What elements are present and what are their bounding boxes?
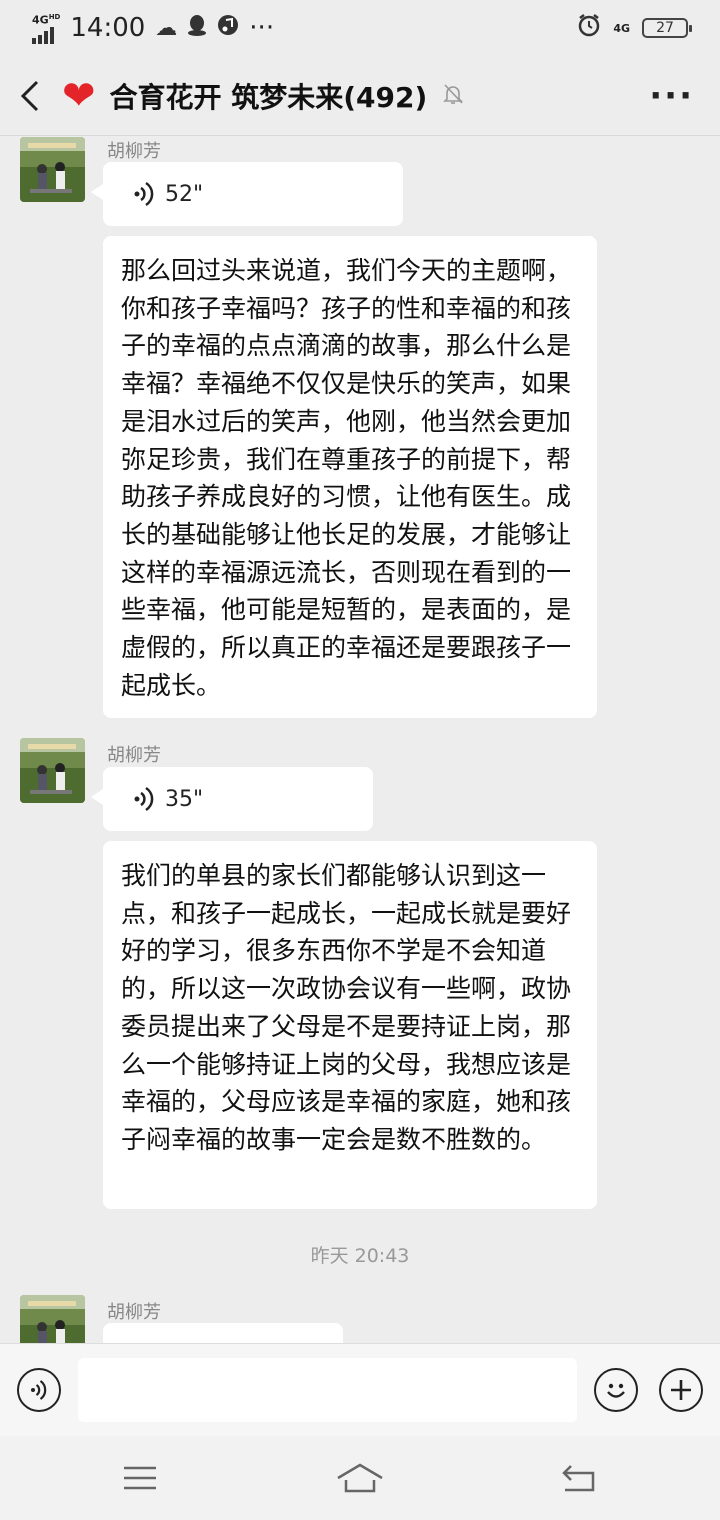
voice-message[interactable]: 35" [91, 767, 373, 831]
voice-input-button[interactable] [17, 1368, 61, 1412]
menu-icon [124, 1466, 156, 1490]
music-icon [217, 14, 239, 42]
heart-icon: ❤ [62, 72, 96, 119]
text-message[interactable]: 我们的单县的家长们都能够认识到这一点，和孩子一起成长，一起成长就是要好好的学习，… [103, 841, 597, 1209]
avatar[interactable] [20, 1295, 85, 1343]
emoji-button[interactable] [594, 1368, 638, 1412]
text-message[interactable]: 那么回过头来说道，我们今天的主题啊，你和孩子幸福吗？孩子的性和幸福的和孩子的幸福… [103, 236, 597, 718]
voice-wave-icon [31, 1380, 47, 1400]
battery-icon: 27 [642, 18, 692, 38]
home-icon [337, 1463, 383, 1493]
alarm-icon [577, 13, 601, 44]
mute-bell-icon [441, 82, 465, 110]
voice-message[interactable] [103, 1323, 343, 1343]
back-nav-button[interactable] [548, 1458, 608, 1498]
back-button[interactable] [0, 56, 60, 136]
chat-message-list[interactable]: 胡柳芳 52" 那么回过头来说道，我们今天的主题啊，你和孩子幸福吗？孩子的性和幸… [0, 137, 720, 1343]
voice-message[interactable]: 52" [91, 162, 403, 226]
add-more-button[interactable] [659, 1368, 703, 1412]
avatar[interactable] [20, 137, 85, 202]
status-more: ··· [249, 13, 275, 43]
more-options-button[interactable]: ··· [649, 76, 694, 116]
network-4g-icon: 4G [613, 21, 630, 35]
voice-wave-icon [134, 786, 154, 812]
voice-duration: 52" [165, 181, 204, 207]
signal-icon: 4GHD [32, 12, 60, 44]
sender-name: 胡柳芳 [107, 745, 161, 766]
status-time: 14:00 [70, 13, 146, 43]
timestamp-separator: 昨天 20:43 [310, 1245, 410, 1267]
plus-icon [671, 1380, 691, 1400]
smiley-icon [607, 1383, 625, 1398]
return-icon [562, 1465, 595, 1492]
avatar[interactable] [20, 738, 85, 803]
menu-nav-button[interactable] [110, 1458, 170, 1498]
voice-wave-icon [134, 181, 154, 207]
sender-name: 胡柳芳 [107, 1302, 161, 1323]
chevron-left-icon [20, 80, 39, 111]
chat-header: ❤ 合育花开 筑梦未来(492) ··· [0, 56, 720, 136]
voice-duration: 35" [165, 786, 204, 812]
system-nav-bar [0, 1436, 720, 1520]
page-title: 合育花开 筑梦未来(492) [109, 80, 428, 114]
sender-name: 胡柳芳 [107, 141, 161, 162]
qq-icon [187, 14, 207, 42]
status-bar: 4GHD 14:00 ☁ ··· 4G 27 [0, 0, 720, 56]
cloud-icon: ☁ [155, 15, 178, 41]
home-nav-button[interactable] [330, 1458, 390, 1498]
input-bar [0, 1343, 720, 1436]
message-input[interactable] [78, 1358, 577, 1422]
